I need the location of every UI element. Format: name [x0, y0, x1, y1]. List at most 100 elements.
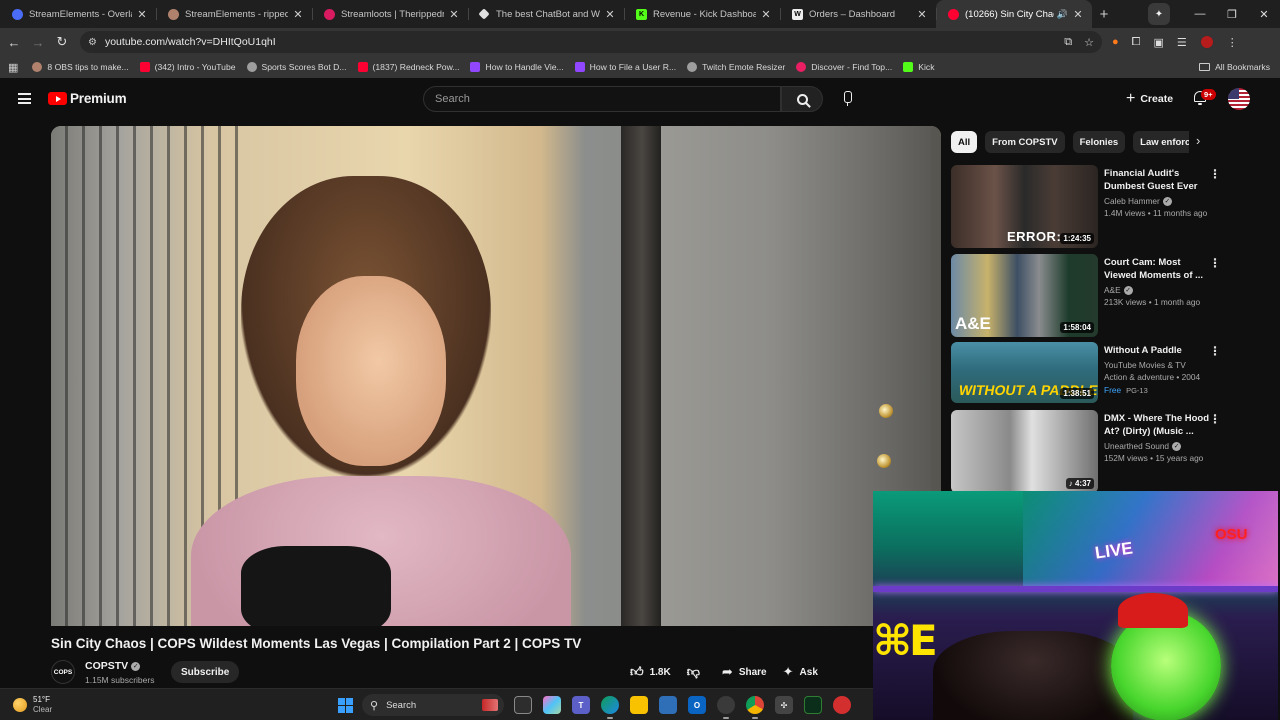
- more-options-icon[interactable]: ⋮: [1209, 344, 1221, 358]
- notification-badge: 9+: [1201, 89, 1216, 100]
- forward-icon[interactable]: →: [26, 35, 50, 50]
- tab-close-icon[interactable]: ✕: [760, 8, 772, 21]
- more-options-icon[interactable]: ⋮: [1209, 167, 1221, 181]
- search-input[interactable]: Search: [423, 86, 781, 112]
- chrome-icon[interactable]: [746, 696, 764, 719]
- reading-list-icon[interactable]: ☰: [1177, 36, 1187, 49]
- store-icon[interactable]: [659, 696, 677, 714]
- bookmark-item[interactable]: Discover - Find Top...: [796, 62, 892, 72]
- hamburger-menu-icon[interactable]: [18, 93, 31, 104]
- bookmark-star-icon[interactable]: ☆: [1084, 36, 1094, 49]
- browser-tab[interactable]: The best ChatBot and Widgets ✕: [468, 0, 624, 28]
- search-button[interactable]: [781, 86, 823, 112]
- profile-avatar[interactable]: [1199, 35, 1214, 49]
- close-window-icon[interactable]: ✕: [1248, 8, 1280, 21]
- windows-start-icon[interactable]: [338, 698, 353, 713]
- copilot-icon[interactable]: [543, 696, 561, 714]
- all-bookmarks-button[interactable]: All Bookmarks: [1199, 62, 1270, 72]
- chip-all[interactable]: All: [951, 131, 978, 153]
- voice-search-mic-icon[interactable]: [841, 91, 853, 107]
- chevron-right-icon[interactable]: ›: [1196, 133, 1200, 148]
- video-thumbnail[interactable]: ♪ 4:37: [951, 410, 1098, 493]
- browser-tab-active[interactable]: (10266) Sin City Chaos | C 🔊 ✕: [936, 0, 1092, 28]
- more-options-icon[interactable]: ⋮: [1209, 412, 1221, 426]
- reload-icon[interactable]: ↻: [50, 34, 74, 50]
- recommendation-channel: Caleb Hammer ✓: [1104, 196, 1172, 207]
- browser-tab[interactable]: StreamElements - rippedredne ✕: [156, 0, 312, 28]
- tab-close-icon[interactable]: ✕: [448, 8, 460, 21]
- minimize-icon[interactable]: —: [1184, 8, 1216, 20]
- browser-tab[interactable]: StreamElements - Overlays ✕: [0, 0, 156, 28]
- bookmark-item[interactable]: Kick: [903, 62, 935, 72]
- channel-name[interactable]: COPSTV ✓: [85, 660, 141, 672]
- cast-icon[interactable]: ⧉: [1064, 36, 1072, 49]
- obs-icon[interactable]: [717, 696, 735, 719]
- like-button[interactable]: 👍︎ 1.8K: [630, 664, 671, 680]
- extensions-puzzle-icon[interactable]: ⧠: [1132, 36, 1141, 49]
- tab-close-icon[interactable]: ✕: [292, 8, 304, 21]
- tab-close-icon[interactable]: ✕: [136, 8, 148, 21]
- recommendation-meta: 152M views • 15 years ago: [1104, 453, 1204, 464]
- video-player[interactable]: [51, 126, 941, 626]
- window-controls: ✦ — ❐ ✕: [1148, 0, 1280, 28]
- thumbs-down-icon: 👎︎: [686, 664, 700, 679]
- task-view-icon[interactable]: [514, 696, 532, 714]
- subscribe-button[interactable]: Subscribe: [171, 661, 240, 683]
- bookmark-item[interactable]: How to Handle Vie...: [470, 62, 564, 72]
- chip-felonies[interactable]: Felonies: [1072, 131, 1126, 153]
- gemini-icon[interactable]: ✦: [1148, 3, 1170, 25]
- video-thumbnail[interactable]: A&E 1:58:04: [951, 254, 1098, 337]
- tab-title: The best ChatBot and Widgets: [496, 8, 600, 20]
- chip-from-channel[interactable]: From COPSTV: [985, 131, 1065, 153]
- chip-law-enforcement[interactable]: Law enforcement: [1133, 131, 1189, 153]
- app-red-icon[interactable]: [833, 696, 851, 714]
- outlook-icon[interactable]: O: [688, 696, 706, 714]
- new-tab-button[interactable]: +: [1092, 6, 1116, 23]
- tab-title: StreamElements - Overlays: [29, 8, 132, 20]
- tab-close-icon[interactable]: ✕: [1072, 8, 1084, 21]
- bookmark-item[interactable]: (342) Intro - YouTube: [139, 62, 236, 72]
- restore-icon[interactable]: ❐: [1216, 8, 1248, 21]
- apps-grid-icon[interactable]: ▦: [8, 61, 18, 74]
- kick-favicon-icon: K: [636, 8, 647, 20]
- content-rating: PG-13: [1126, 386, 1148, 395]
- toolbar-icons: ● ⧠ ▣ ☰ ⋮: [1112, 28, 1238, 56]
- tab-close-icon[interactable]: ✕: [916, 8, 928, 21]
- side-panel-icon[interactable]: ▣: [1153, 36, 1163, 49]
- speaker-icon[interactable]: 🔊: [1057, 9, 1068, 20]
- video-thumbnail[interactable]: ERROR: 1:24:35: [951, 165, 1098, 248]
- bookmark-item[interactable]: 8 OBS tips to make...: [32, 62, 129, 72]
- file-explorer-icon[interactable]: [630, 696, 648, 714]
- share-button[interactable]: ➦ Share: [722, 664, 767, 680]
- bookmark-item[interactable]: (1837) Redneck Pow...: [357, 62, 459, 72]
- address-bar[interactable]: ⚙ youtube.com/watch?v=DHItQoU1qhI ⧉ ☆: [80, 31, 1102, 53]
- taskbar-apps: T O ✣: [514, 696, 851, 719]
- back-icon[interactable]: ←: [2, 35, 26, 50]
- teams-icon[interactable]: T: [572, 696, 590, 714]
- more-options-icon[interactable]: ⋮: [1209, 256, 1221, 270]
- bookmark-item[interactable]: How to File a User R...: [574, 62, 676, 72]
- streamdeck-icon[interactable]: [804, 696, 822, 714]
- extension-icon[interactable]: ●: [1112, 36, 1119, 48]
- bookmark-favicon-icon: [32, 62, 43, 72]
- dislike-button[interactable]: 👎︎: [687, 664, 706, 680]
- bookmark-item[interactable]: Twitch Emote Resizer: [687, 62, 785, 72]
- ask-button[interactable]: ✦ Ask: [783, 664, 818, 680]
- browser-tab[interactable]: Streamloots | Therippedredne ✕: [312, 0, 468, 28]
- browser-tab[interactable]: W Orders – Dashboard ✕: [780, 0, 936, 28]
- youtube-play-icon: [48, 92, 67, 105]
- youtube-premium-logo[interactable]: Premium: [48, 91, 127, 106]
- bookmark-item[interactable]: Sports Scores Bot D...: [246, 62, 347, 72]
- edge-icon[interactable]: [601, 696, 619, 719]
- taskbar-search-input[interactable]: ⚲ Search: [362, 694, 504, 716]
- browser-tab[interactable]: K Revenue - Kick Dashboard ✕: [624, 0, 780, 28]
- app-icon[interactable]: ✣: [775, 696, 793, 714]
- chrome-menu-icon[interactable]: ⋮: [1227, 36, 1238, 49]
- account-avatar[interactable]: [1228, 88, 1250, 110]
- channel-avatar[interactable]: COPS: [51, 660, 75, 684]
- video-thumbnail[interactable]: WITHOUT A PADDLE 1:38:51: [951, 342, 1098, 403]
- site-info-icon[interactable]: ⚙: [88, 37, 97, 48]
- tab-close-icon[interactable]: ✕: [604, 8, 616, 21]
- weather-widget[interactable]: 51°F Clear: [13, 695, 52, 715]
- create-button[interactable]: + Create: [1118, 86, 1181, 112]
